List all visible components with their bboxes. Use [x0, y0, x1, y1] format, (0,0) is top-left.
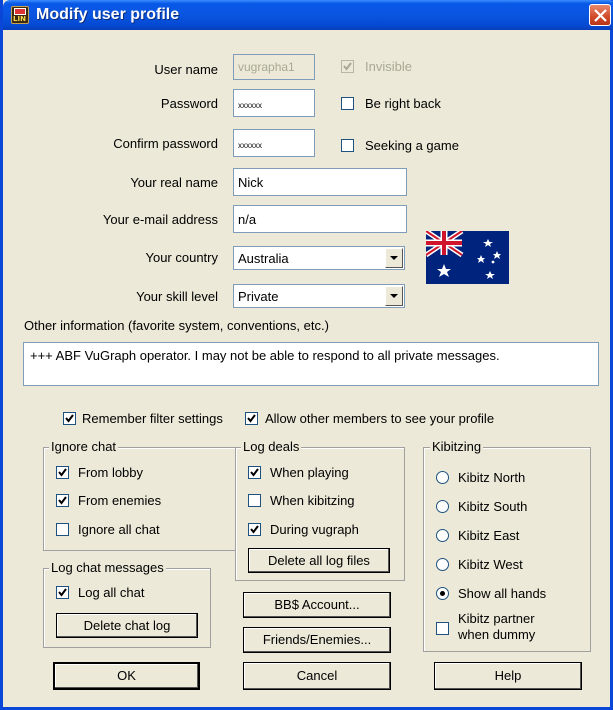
skill-level-label: Your skill level: [136, 289, 218, 304]
be-right-back-label: Be right back: [365, 96, 441, 111]
kibitz-east-label: Kibitz East: [458, 528, 520, 543]
kibitz-partner-checkbox[interactable]: [436, 622, 449, 635]
skill-level-value: Private: [238, 289, 279, 304]
kibitz-west-radio[interactable]: [436, 558, 449, 571]
ok-button[interactable]: OK: [53, 662, 200, 690]
kibitz-east-radio[interactable]: [436, 529, 449, 542]
when-kibitzing-label: When kibitzing: [270, 493, 355, 508]
title-bar[interactable]: LIN Modify user profile: [3, 0, 613, 30]
log-all-chat-checkbox[interactable]: [56, 586, 69, 599]
username-label: User name: [154, 62, 218, 77]
log-deals-title: Log deals: [241, 439, 302, 454]
checkmark-icon: [65, 414, 74, 423]
ignore-all-chat-label: Ignore all chat: [78, 522, 160, 537]
show-all-hands-radio[interactable]: [436, 587, 449, 600]
window-title: Modify user profile: [36, 6, 180, 23]
email-label: Your e-mail address: [102, 212, 218, 227]
kibitz-west-label: Kibitz West: [458, 557, 523, 572]
checkmark-icon: [58, 588, 67, 597]
country-value: Australia: [238, 251, 289, 266]
email-field[interactable]: [233, 205, 407, 233]
chevron-down-icon: [390, 294, 398, 298]
password-label: Password: [160, 96, 218, 111]
cancel-button[interactable]: Cancel: [243, 662, 391, 690]
country-select[interactable]: Australia: [233, 246, 405, 270]
show-all-hands-label: Show all hands: [458, 586, 547, 601]
confirm-password-field[interactable]: [233, 129, 315, 157]
when-kibitzing-checkbox[interactable]: [248, 494, 261, 507]
modify-profile-dialog: LIN Modify user profile User name Invisi…: [0, 0, 613, 710]
dropdown-arrow-button[interactable]: [385, 248, 403, 268]
country-label: Your country: [145, 250, 218, 265]
kibitz-south-label: Kibitz South: [458, 499, 528, 514]
confirm-password-label: Confirm password: [113, 136, 218, 151]
checkmark-icon: [247, 414, 256, 423]
delete-chat-log-button[interactable]: Delete chat log: [56, 613, 198, 638]
allow-profile-checkbox[interactable]: [245, 412, 258, 425]
kibitzing-title: Kibitzing: [430, 439, 484, 454]
remember-filter-label: Remember filter settings: [82, 411, 223, 426]
during-vugraph-checkbox[interactable]: [248, 523, 261, 536]
checkmark-icon: [250, 525, 259, 534]
close-icon: [594, 9, 607, 22]
kibitz-partner-label: Kibitz partner: [458, 611, 535, 626]
log-chat-title: Log chat messages: [49, 560, 166, 575]
other-info-label: Other information (favorite system, conv…: [24, 318, 329, 333]
invisible-checkbox[interactable]: [341, 60, 354, 73]
delete-all-log-files-button[interactable]: Delete all log files: [248, 548, 390, 573]
dropdown-arrow-button[interactable]: [385, 286, 403, 306]
checkmark-icon: [58, 468, 67, 477]
help-button[interactable]: Help: [434, 662, 582, 690]
seeking-game-label: Seeking a game: [365, 138, 459, 153]
ignore-chat-title: Ignore chat: [49, 439, 119, 454]
country-flag-icon: [426, 231, 509, 284]
password-field[interactable]: [233, 89, 315, 117]
kibitz-partner-label-2: when dummy: [458, 627, 536, 642]
from-enemies-checkbox[interactable]: [56, 494, 69, 507]
checkmark-icon: [58, 496, 67, 505]
chevron-down-icon: [390, 256, 398, 260]
from-enemies-label: From enemies: [78, 493, 162, 508]
remember-filter-checkbox[interactable]: [63, 412, 76, 425]
other-info-field[interactable]: +++ ABF VuGraph operator. I may not be a…: [23, 342, 599, 386]
real-name-field[interactable]: [233, 168, 407, 196]
kibitz-north-label: Kibitz North: [458, 470, 526, 485]
kibitz-south-radio[interactable]: [436, 500, 449, 513]
checkmark-icon: [250, 468, 259, 477]
allow-profile-label: Allow other members to see your profile: [265, 411, 495, 426]
real-name-label: Your real name: [130, 175, 218, 190]
when-playing-checkbox[interactable]: [248, 466, 261, 479]
username-field[interactable]: [233, 54, 315, 80]
close-button[interactable]: [589, 4, 611, 26]
from-lobby-checkbox[interactable]: [56, 466, 69, 479]
when-playing-label: When playing: [270, 465, 349, 480]
invisible-label: Invisible: [365, 59, 412, 74]
app-icon: LIN: [11, 6, 29, 24]
account-button[interactable]: BB$ Account...: [243, 592, 391, 618]
from-lobby-label: From lobby: [78, 465, 144, 480]
during-vugraph-label: During vugraph: [270, 522, 359, 537]
friends-enemies-button[interactable]: Friends/Enemies...: [243, 627, 391, 653]
ignore-all-chat-checkbox[interactable]: [56, 523, 69, 536]
seeking-game-checkbox[interactable]: [341, 139, 354, 152]
be-right-back-checkbox[interactable]: [341, 97, 354, 110]
kibitz-north-radio[interactable]: [436, 471, 449, 484]
skill-level-select[interactable]: Private: [233, 284, 405, 308]
log-all-chat-label: Log all chat: [78, 585, 145, 600]
